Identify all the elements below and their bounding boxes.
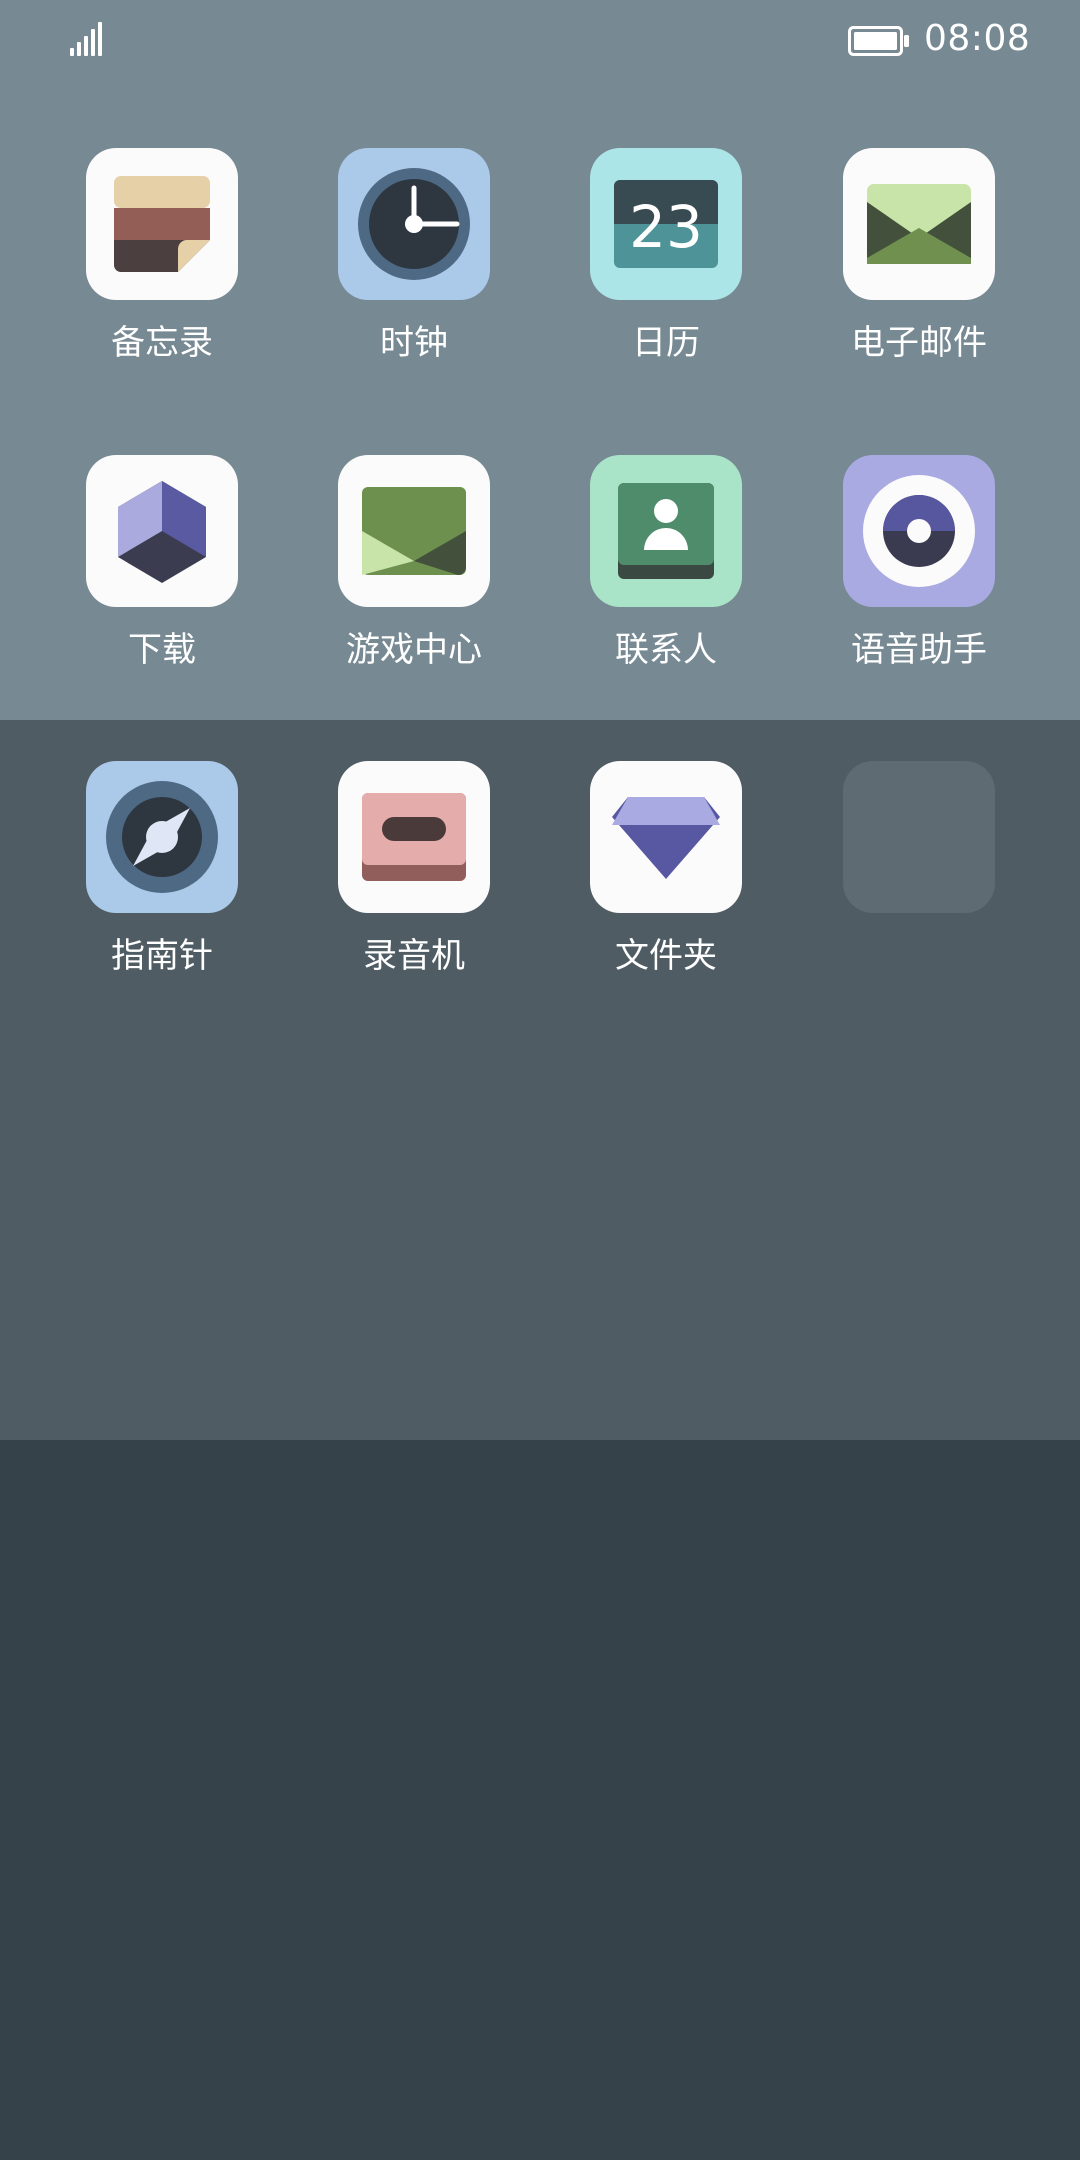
empty-slot-placeholder bbox=[843, 761, 995, 913]
app-label: 游戏中心 bbox=[346, 630, 482, 670]
app-download[interactable]: 下载 bbox=[48, 455, 268, 715]
app-label: 文件夹 bbox=[615, 936, 717, 976]
app-clock[interactable]: 时钟 bbox=[300, 148, 520, 408]
wallpaper-bottom-band bbox=[0, 1440, 1080, 2160]
recorder-icon bbox=[338, 761, 490, 913]
app-email[interactable]: 电子邮件 bbox=[805, 148, 1025, 408]
compass-icon bbox=[86, 761, 238, 913]
download-icon bbox=[86, 455, 238, 607]
memo-icon bbox=[86, 148, 238, 300]
calendar-icon: 23 bbox=[590, 148, 742, 300]
email-icon bbox=[843, 148, 995, 300]
app-memo[interactable]: 备忘录 bbox=[48, 148, 268, 408]
status-time: 08:08 bbox=[924, 18, 1031, 59]
battery-full-icon bbox=[848, 26, 909, 56]
app-label: 日历 bbox=[632, 323, 700, 363]
clock-icon bbox=[338, 148, 490, 300]
app-game-center[interactable]: 游戏中心 bbox=[300, 455, 520, 715]
app-folder[interactable]: 文件夹 bbox=[552, 761, 772, 1021]
app-label: 时钟 bbox=[380, 323, 448, 363]
app-contacts[interactable]: 联系人 bbox=[552, 455, 772, 715]
app-label: 备忘录 bbox=[111, 323, 213, 363]
voice-assistant-icon bbox=[843, 455, 995, 607]
empty-app-slot bbox=[805, 761, 1025, 1021]
app-label: 指南针 bbox=[111, 936, 213, 976]
app-calendar[interactable]: 23 日历 bbox=[552, 148, 772, 408]
game-center-icon bbox=[338, 455, 490, 607]
app-label: 下载 bbox=[128, 630, 196, 670]
app-recorder[interactable]: 录音机 bbox=[300, 761, 520, 1021]
contacts-icon bbox=[590, 455, 742, 607]
app-label: 电子邮件 bbox=[851, 323, 987, 363]
app-label: 联系人 bbox=[615, 630, 717, 670]
signal-bars-icon bbox=[70, 22, 102, 56]
app-label: 语音助手 bbox=[851, 630, 987, 670]
app-voice-assistant[interactable]: 语音助手 bbox=[805, 455, 1025, 715]
calendar-date-text: 23 bbox=[629, 193, 703, 261]
app-label: 录音机 bbox=[363, 936, 465, 976]
folder-icon bbox=[590, 761, 742, 913]
status-bar: 08:08 bbox=[0, 0, 1080, 80]
app-compass[interactable]: 指南针 bbox=[48, 761, 268, 1021]
